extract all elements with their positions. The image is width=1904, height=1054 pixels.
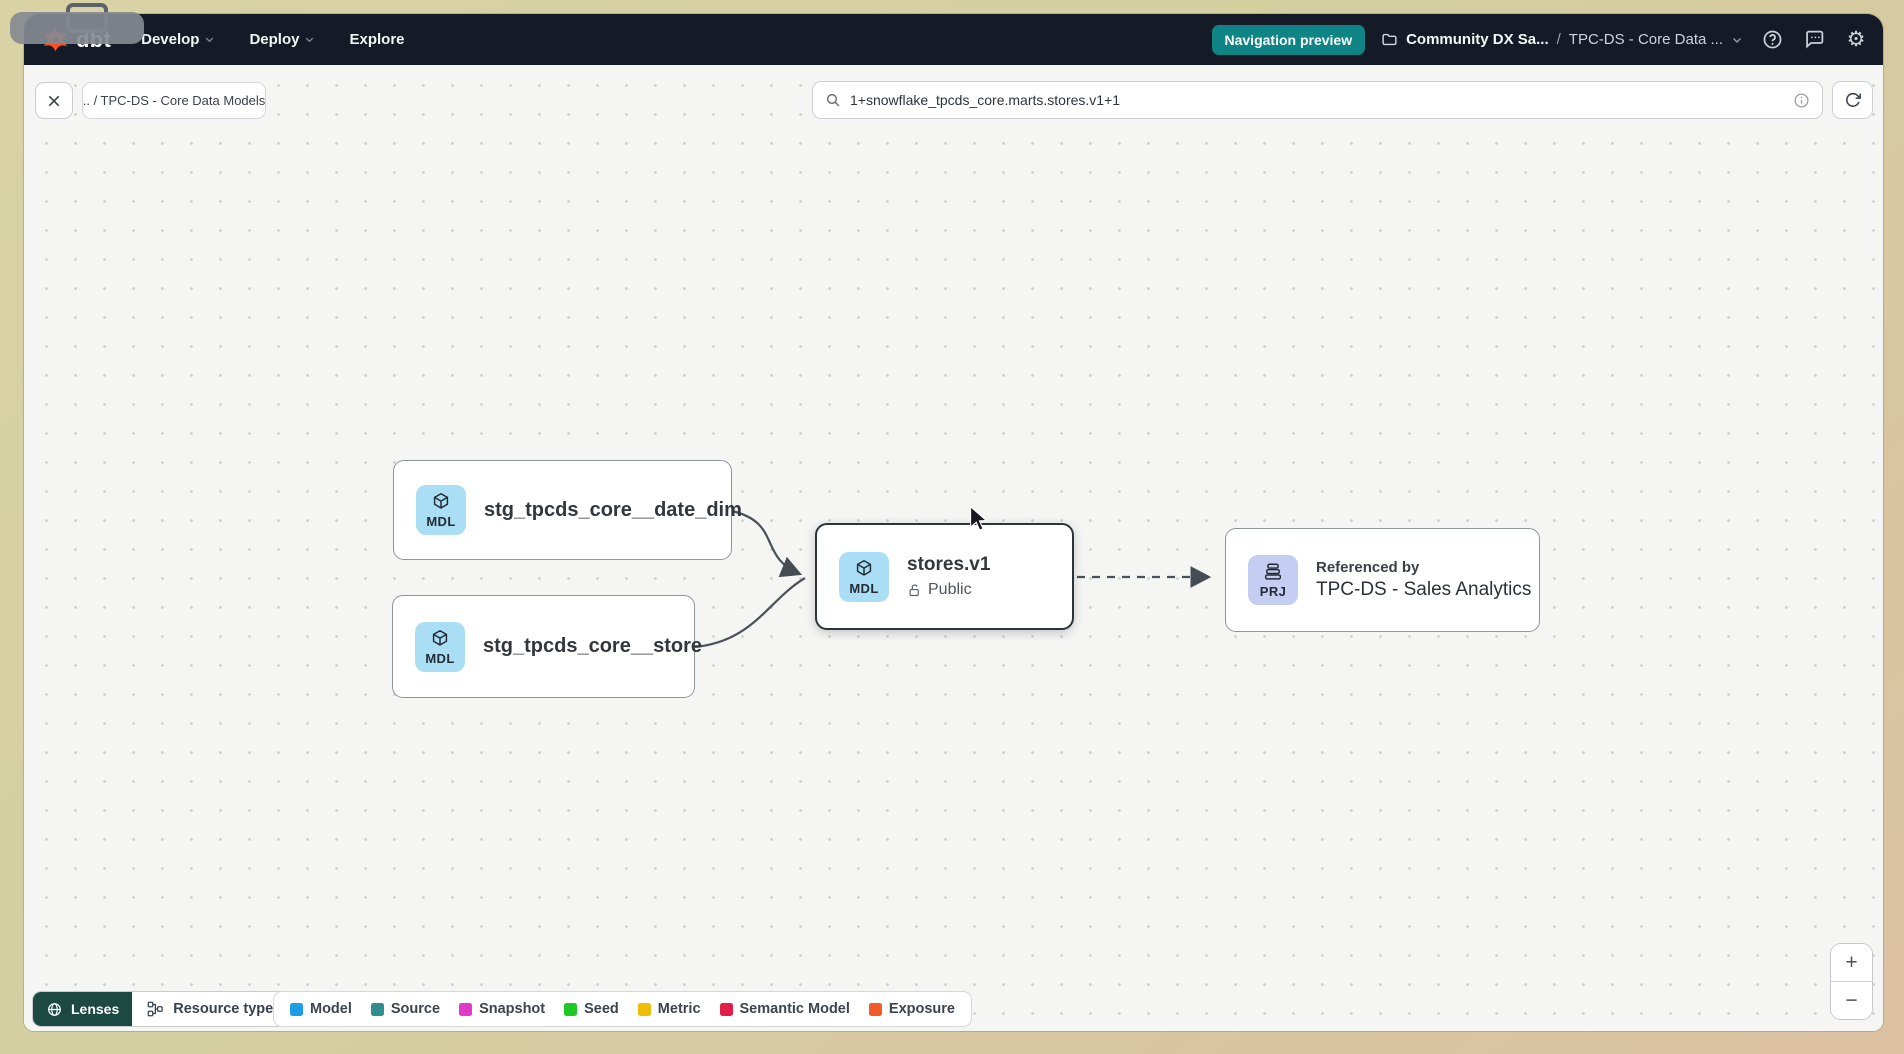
info-icon[interactable]	[1793, 92, 1810, 109]
model-badge: MDL	[416, 485, 466, 535]
legend-label: Source	[391, 1001, 440, 1017]
legend-label: Exposure	[889, 1001, 955, 1017]
legend-item-exposure: Exposure	[869, 1001, 955, 1017]
folder-icon	[1381, 31, 1398, 48]
lineage-search-bar	[812, 81, 1823, 119]
search-icon	[825, 92, 841, 108]
legend-item-source: Source	[371, 1001, 440, 1017]
legend-label: Metric	[658, 1001, 701, 1017]
nav-menus: Develop Deploy Explore	[141, 31, 404, 48]
resource-type-label: Resource type	[173, 1001, 273, 1017]
nav-menu-explore-label: Explore	[349, 31, 404, 48]
model-cube-icon	[853, 558, 875, 580]
legend-item-seed: Seed	[564, 1001, 619, 1017]
help-button[interactable]	[1759, 27, 1785, 53]
breadcrumb-account: Community DX Sa...	[1406, 31, 1549, 48]
zoom-in-button[interactable]: +	[1831, 944, 1872, 982]
lenses-resource-type-group: Lenses Resource type	[32, 991, 310, 1027]
refresh-lineage-button[interactable]	[1832, 81, 1873, 119]
legend-swatch	[290, 1003, 303, 1016]
gear-icon: ⚙	[1847, 29, 1866, 50]
close-lineage-button[interactable]	[35, 82, 73, 119]
node-eyebrow: Referenced by	[1316, 559, 1531, 576]
lineage-breadcrumb-chip[interactable]: .. / TPC-DS - Core Data Models	[82, 82, 266, 119]
resource-type-icon	[146, 1000, 164, 1018]
legend-swatch	[869, 1003, 882, 1016]
node-stores-v1[interactable]: MDL stores.v1 Public	[815, 523, 1074, 630]
node-access: Public	[907, 581, 990, 599]
badge-code: MDL	[426, 514, 455, 529]
public-open-padlock-icon	[907, 583, 922, 598]
legend-swatch	[720, 1003, 733, 1016]
help-icon	[1762, 29, 1783, 50]
legend-label: Semantic Model	[740, 1001, 850, 1017]
resource-type-legend: Model Source Snapshot Seed Metric Semant…	[273, 991, 972, 1027]
node-stg-tpcds-core-store[interactable]: MDL stg_tpcds_core__store	[392, 595, 695, 698]
zoom-out-button[interactable]: −	[1831, 982, 1872, 1019]
badge-code: MDL	[425, 651, 454, 666]
window-artifact-pill	[10, 12, 144, 44]
node-label: stores.v1	[907, 554, 990, 576]
legend-swatch	[564, 1003, 577, 1016]
nav-menu-deploy[interactable]: Deploy	[249, 31, 315, 48]
chevron-down-icon	[1731, 34, 1743, 46]
refresh-icon	[1844, 91, 1862, 109]
project-badge: PRJ	[1248, 555, 1298, 605]
legend-swatch	[459, 1003, 472, 1016]
node-label: stg_tpcds_core__date_dim	[484, 499, 742, 522]
project-stack-icon	[1262, 561, 1284, 583]
nav-menu-explore[interactable]: Explore	[349, 31, 404, 48]
nav-menu-deploy-label: Deploy	[249, 31, 299, 48]
model-cube-icon	[430, 491, 452, 513]
model-badge: MDL	[839, 552, 889, 602]
breadcrumb-project: TPC-DS - Core Data ...	[1569, 31, 1723, 48]
search-input[interactable]	[850, 92, 1784, 108]
legend-label: Snapshot	[479, 1001, 545, 1017]
lenses-button[interactable]: Lenses	[33, 992, 132, 1026]
legend-swatch	[371, 1003, 384, 1016]
edge-date-dim-to-stores	[732, 511, 800, 574]
zoom-controls: + −	[1830, 943, 1873, 1020]
edge-store-to-stores	[695, 578, 805, 647]
model-cube-icon	[429, 628, 451, 650]
close-icon	[46, 93, 62, 109]
nav-menu-develop[interactable]: Develop	[141, 31, 215, 48]
node-label: TPC-DS - Sales Analytics	[1316, 579, 1531, 601]
legend-item-model: Model	[290, 1001, 352, 1017]
badge-code: PRJ	[1260, 584, 1287, 599]
chevron-down-icon	[304, 34, 315, 45]
legend-item-metric: Metric	[638, 1001, 701, 1017]
badge-code: MDL	[849, 581, 878, 596]
chevron-down-icon	[204, 34, 215, 45]
node-label: stg_tpcds_core__store	[483, 635, 702, 658]
lineage-canvas[interactable]: .. / TPC-DS - Core Data Models MDL stg_t…	[24, 65, 1883, 1031]
legend-swatch	[638, 1003, 651, 1016]
feedback-button[interactable]	[1801, 27, 1827, 53]
app-window: dbt Develop Deploy Explore Navigation pr…	[24, 14, 1883, 1031]
legend-label: Seed	[584, 1001, 619, 1017]
breadcrumb-separator: /	[1557, 31, 1561, 48]
node-stg-tpcds-core-date-dim[interactable]: MDL stg_tpcds_core__date_dim	[393, 460, 732, 560]
top-navbar: dbt Develop Deploy Explore Navigation pr…	[24, 14, 1883, 65]
access-label: Public	[928, 581, 972, 599]
legend-item-snapshot: Snapshot	[459, 1001, 545, 1017]
lenses-label: Lenses	[71, 1001, 119, 1017]
settings-button[interactable]: ⚙	[1843, 27, 1869, 53]
lenses-icon	[46, 1001, 63, 1018]
feedback-icon	[1804, 29, 1825, 50]
breadcrumb[interactable]: Community DX Sa... / TPC-DS - Core Data …	[1381, 31, 1743, 48]
nav-right-cluster: Navigation preview Community DX Sa... / …	[1212, 25, 1870, 55]
model-badge: MDL	[415, 622, 465, 672]
navigation-preview-badge[interactable]: Navigation preview	[1212, 25, 1366, 55]
legend-item-semantic-model: Semantic Model	[720, 1001, 850, 1017]
node-referenced-by-sales-analytics[interactable]: PRJ Referenced by TPC-DS - Sales Analyti…	[1225, 528, 1540, 632]
nav-menu-develop-label: Develop	[141, 31, 199, 48]
legend-label: Model	[310, 1001, 352, 1017]
